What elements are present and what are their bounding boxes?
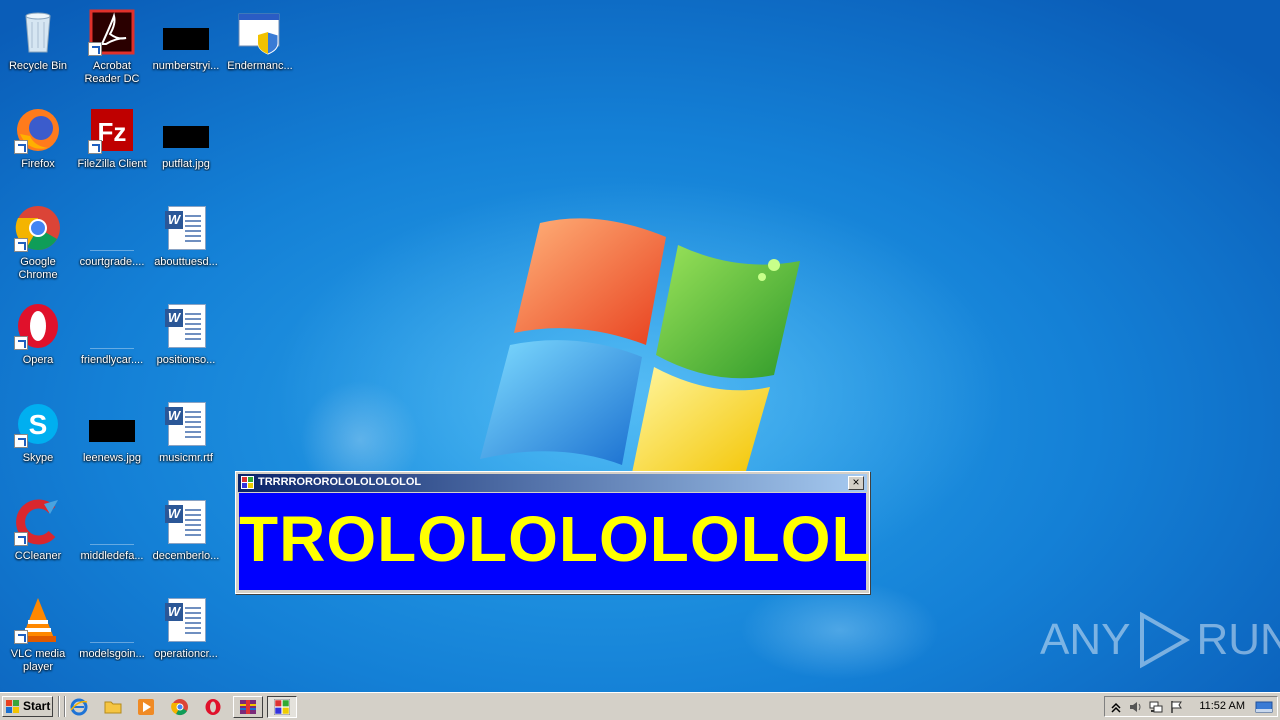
blank-file-icon [88, 302, 136, 350]
svg-text:S: S [29, 409, 48, 440]
desktop-icon-putflat[interactable]: putflat.jpg [148, 104, 224, 194]
opera-icon [14, 302, 62, 350]
start-button[interactable]: Start [2, 696, 53, 717]
blank-file-icon [88, 596, 136, 644]
media-player-icon[interactable] [137, 698, 155, 716]
close-button[interactable]: × [848, 476, 864, 490]
internet-explorer-icon[interactable] [70, 698, 88, 716]
desktop-icon-friendlycar[interactable]: friendlycar.... [74, 300, 150, 390]
windows-logo-wallpaper [480, 218, 800, 477]
desktop-icon-courtgrade[interactable]: courtgrade.... [74, 202, 150, 292]
desktop-icon-acrobat-reader[interactable]: Acrobat Reader DC [74, 6, 150, 96]
taskbar: Start 11:52 AM [0, 692, 1280, 720]
desktop-icon-firefox[interactable]: Firefox [0, 104, 76, 194]
ccleaner-icon [14, 498, 62, 546]
desktop-icon-musicmr[interactable]: W musicmr.rtf [148, 398, 224, 488]
network-icon[interactable] [1149, 700, 1163, 714]
system-tray: 11:52 AM [1104, 696, 1278, 717]
dialog-titlebar[interactable]: TRRRROROROLOLOLOLOLOL × [238, 474, 867, 492]
dialog-app-task-icon[interactable] [267, 696, 297, 718]
desktop-icon-ccleaner[interactable]: CCleaner [0, 496, 76, 586]
anyrun-watermark: ANY RUN [1040, 608, 1280, 672]
desktop[interactable]: Recycle Bin Firefox Google Chrome Opera … [0, 0, 1280, 692]
play-icon [1140, 611, 1191, 669]
dialog-title: TRRRROROROLOLOLOLOLOL [258, 476, 422, 488]
image-file-icon [162, 8, 210, 56]
vlc-icon [14, 596, 62, 644]
word-document-icon: W [162, 498, 210, 546]
image-file-icon [162, 106, 210, 154]
desktop-icon-positionso[interactable]: W positionso... [148, 300, 224, 390]
desktop-icon-modelsgoin[interactable]: modelsgoin... [74, 594, 150, 684]
desktop-icon-middledefa[interactable]: middledefa... [74, 496, 150, 586]
desktop-icon-decemberlo[interactable]: W decemberlo... [148, 496, 224, 586]
executable-shield-icon [236, 8, 284, 56]
desktop-icon-filezilla[interactable]: Fz FileZilla Client [74, 104, 150, 194]
firefox-icon [14, 106, 62, 154]
dialog-body: TROLOLOLOLOLOL [239, 493, 872, 590]
desktop-icon-vlc[interactable]: VLC media player [0, 594, 76, 684]
desktop-icon-leenews[interactable]: leenews.jpg [74, 398, 150, 488]
opera-icon[interactable] [204, 698, 222, 716]
blank-file-icon [88, 204, 136, 252]
blank-file-icon [88, 498, 136, 546]
word-document-icon: W [162, 596, 210, 644]
action-center-flag-icon[interactable] [1169, 700, 1183, 714]
desktop-icon-opera[interactable]: Opera [0, 300, 76, 390]
image-file-icon [88, 400, 136, 448]
troll-dialog-window[interactable]: TRRRROROROLOLOLOLOLOL × TROLOLOLOLOLOL [235, 471, 872, 594]
desktop-icon-numberstryi[interactable]: numberstryi... [148, 6, 224, 96]
filezilla-icon: Fz [88, 106, 136, 154]
desktop-icon-abouttuesd[interactable]: W abouttuesd... [148, 202, 224, 292]
chrome-icon [14, 204, 62, 252]
dialog-message: TROLOLOLOLOLOL [239, 503, 872, 575]
folder-icon[interactable] [104, 698, 122, 716]
application-icon [241, 476, 254, 489]
word-document-icon: W [162, 204, 210, 252]
desktop-icon-endermanc[interactable]: Endermanc... [222, 6, 298, 96]
desktop-icon-operationcr[interactable]: W operationcr... [148, 594, 224, 684]
word-document-icon: W [162, 302, 210, 350]
speaker-icon[interactable] [1129, 700, 1143, 714]
desktop-icon-skype[interactable]: S Skype [0, 398, 76, 488]
close-icon: × [852, 475, 860, 489]
windows-flag-icon [6, 700, 19, 713]
skype-icon: S [14, 400, 62, 448]
chevron-up-icon[interactable] [1109, 700, 1123, 714]
recycle-bin-icon [14, 8, 62, 56]
desktop-icon-recycle-bin[interactable]: Recycle Bin [0, 6, 76, 96]
show-desktop-icon[interactable] [1255, 700, 1273, 714]
desktop-icon-google-chrome[interactable]: Google Chrome [0, 202, 76, 292]
word-document-icon: W [162, 400, 210, 448]
acrobat-reader-icon [88, 8, 136, 56]
winrar-task-icon[interactable] [233, 696, 263, 718]
chrome-icon[interactable] [171, 698, 189, 716]
clock[interactable]: 11:52 AM [1199, 700, 1245, 712]
